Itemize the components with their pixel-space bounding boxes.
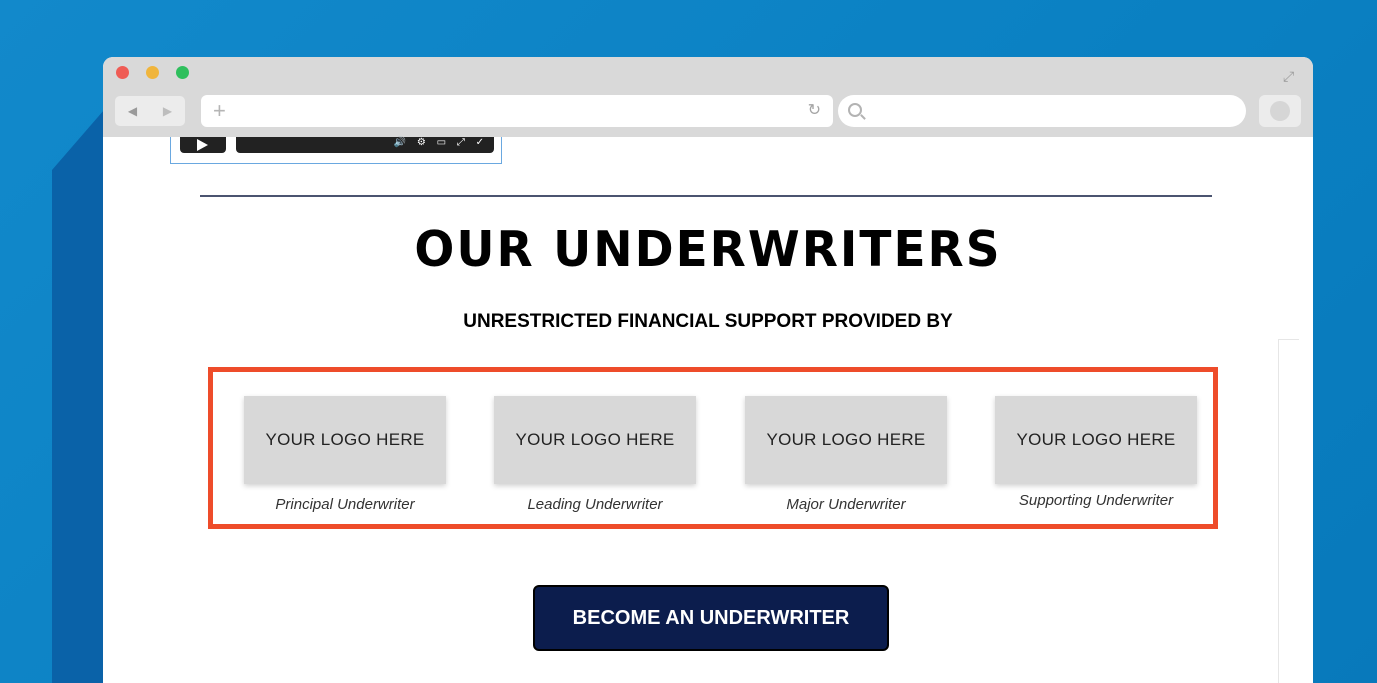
fullscreen-icon[interactable]: ⤢ <box>1283 67 1301 85</box>
browser-toolbar: ⤢ ◀ ▶ + ↻ <box>103 57 1313 137</box>
underwriter-principal: YOUR LOGO HERE Principal Underwriter <box>244 396 454 513</box>
underwriter-level-label: Major Underwriter <box>786 496 906 513</box>
reload-icon[interactable]: ↻ <box>808 101 821 121</box>
section-divider <box>200 195 1212 197</box>
search-icon <box>848 103 862 117</box>
underwriter-major: YOUR LOGO HERE Major Underwriter <box>745 396 955 513</box>
underwriter-level-label: Principal Underwriter <box>275 496 415 513</box>
maximize-window-button[interactable] <box>176 66 189 79</box>
become-underwriter-button[interactable]: BECOME AN UNDERWRITER <box>533 585 889 651</box>
logo-placeholder[interactable]: YOUR LOGO HERE <box>494 396 696 484</box>
media-player: 🔊 ⚙ ▭ ⤢ ✓ <box>170 137 502 164</box>
logo-placeholder[interactable]: YOUR LOGO HERE <box>244 396 446 484</box>
search-input[interactable] <box>838 95 1246 127</box>
logo-placeholder[interactable]: YOUR LOGO HERE <box>745 396 947 484</box>
extension-icon <box>1270 101 1290 121</box>
forward-button[interactable]: ▶ <box>150 96 185 126</box>
new-tab-icon[interactable]: + <box>213 98 226 124</box>
minimize-window-button[interactable] <box>146 66 159 79</box>
underwriter-leading: YOUR LOGO HERE Leading Underwriter <box>494 396 704 513</box>
underwriter-level-label: Supporting Underwriter <box>1018 492 1174 509</box>
underwriter-supporting: YOUR LOGO HERE Supporting Underwriter <box>995 396 1205 509</box>
extension-button[interactable] <box>1259 95 1301 127</box>
play-button[interactable] <box>180 137 226 153</box>
navigation-buttons: ◀ ▶ <box>115 96 185 126</box>
address-bar[interactable]: + ↻ <box>201 95 833 127</box>
page-subtitle: UNRESTRICTED FINANCIAL SUPPORT PROVIDED … <box>463 311 953 332</box>
close-window-button[interactable] <box>116 66 129 79</box>
logo-placeholder[interactable]: YOUR LOGO HERE <box>995 396 1197 484</box>
web-page: 🔊 ⚙ ▭ ⤢ ✓ OUR UNDERWRITERS UNRESTRICTED … <box>103 137 1313 683</box>
underwriter-level-label: Leading Underwriter <box>527 496 663 513</box>
back-button[interactable]: ◀ <box>115 96 150 126</box>
player-controls[interactable]: 🔊 ⚙ ▭ ⤢ ✓ <box>236 137 494 153</box>
side-rail <box>1278 339 1299 683</box>
browser-window: ⤢ ◀ ▶ + ↻ 🔊 ⚙ ▭ ⤢ ✓ OUR UNDERWRITERS UNR… <box>103 57 1313 683</box>
underwriter-logos-highlight: YOUR LOGO HERE Principal Underwriter YOU… <box>208 367 1218 529</box>
page-title: OUR UNDERWRITERS <box>414 220 1002 279</box>
